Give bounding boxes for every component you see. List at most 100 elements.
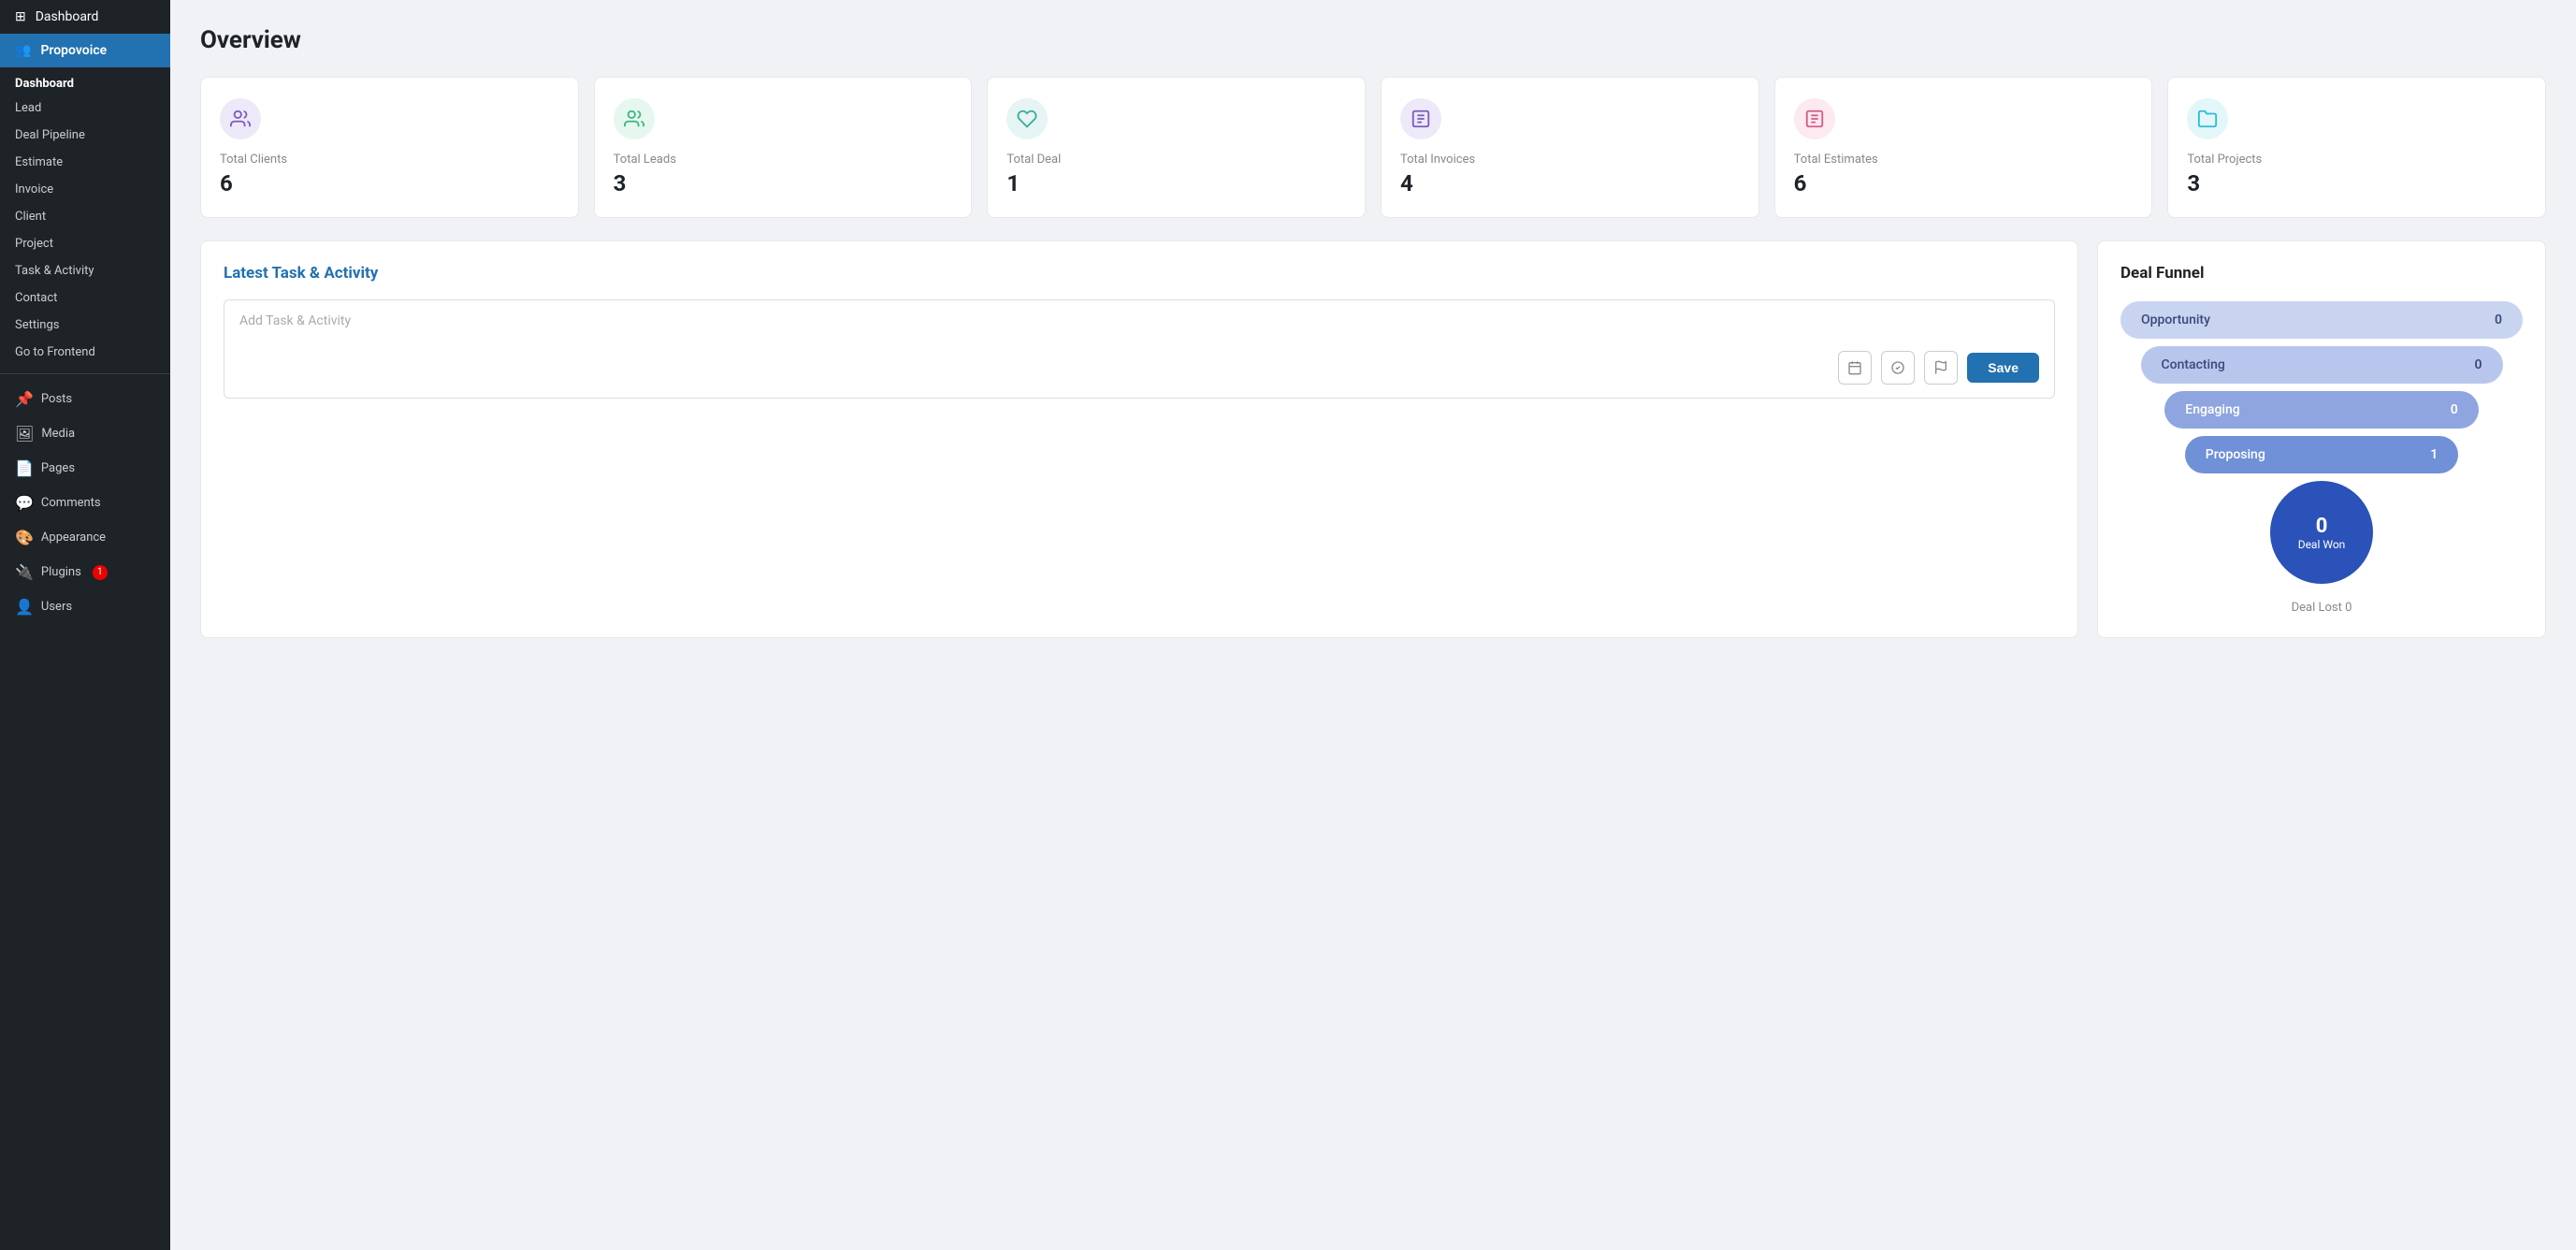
deal-funnel-card: Deal Funnel Opportunity 0 Contacting 0 E… bbox=[2097, 240, 2546, 638]
main-content: Overview Total Clients 6 Total Leads 3 T… bbox=[170, 0, 2576, 1250]
sidebar-item-contact[interactable]: Contact bbox=[0, 284, 170, 312]
total-deal-icon bbox=[1006, 98, 1048, 139]
media-label: Media bbox=[41, 427, 75, 441]
media-icon: 🖼 bbox=[15, 425, 34, 443]
deal-won-count: 0 bbox=[2316, 515, 2328, 538]
engaging-label: Engaging bbox=[2185, 402, 2450, 417]
total-leads-label: Total Leads bbox=[614, 153, 953, 167]
plugins-label: Plugins bbox=[41, 565, 81, 579]
sidebar-item-comments[interactable]: 💬 Comments bbox=[0, 486, 170, 520]
posts-icon: 📌 bbox=[15, 390, 34, 408]
users-label: Users bbox=[41, 600, 72, 614]
funnel-title: Deal Funnel bbox=[2120, 264, 2523, 283]
comments-label: Comments bbox=[41, 496, 101, 510]
sidebar-item-task-activity[interactable]: Task & Activity bbox=[0, 257, 170, 284]
sidebar: ⊞ Dashboard 👥 Propovoice Dashboard Lead … bbox=[0, 0, 170, 1250]
stat-card-total-leads: Total Leads 3 bbox=[594, 77, 973, 218]
propovoice-label: Propovoice bbox=[40, 43, 107, 58]
goto-frontend-label: Go to Frontend bbox=[15, 345, 95, 359]
funnel-stage-opportunity: Opportunity 0 bbox=[2120, 301, 2523, 339]
sidebar-item-media[interactable]: 🖼 Media bbox=[0, 416, 170, 451]
comments-icon: 💬 bbox=[15, 494, 34, 512]
total-deal-value: 1 bbox=[1006, 170, 1346, 196]
contacting-label: Contacting bbox=[2162, 357, 2475, 372]
total-clients-label: Total Clients bbox=[220, 153, 559, 167]
total-estimates-label: Total Estimates bbox=[1794, 153, 2134, 167]
grid-icon: ⊞ bbox=[15, 9, 26, 24]
deal-lost-value: 0 bbox=[2345, 601, 2352, 615]
total-leads-icon bbox=[614, 98, 655, 139]
task-activity-title: Latest Task & Activity bbox=[224, 264, 2055, 283]
sidebar-divider bbox=[0, 373, 170, 374]
total-estimates-icon bbox=[1794, 98, 1835, 139]
stat-card-total-clients: Total Clients 6 bbox=[200, 77, 579, 218]
pages-icon: 📄 bbox=[15, 459, 34, 477]
propovoice-icon: 👥 bbox=[15, 43, 31, 58]
opportunity-count: 0 bbox=[2495, 312, 2502, 327]
total-clients-icon bbox=[220, 98, 261, 139]
funnel-stage-contacting: Contacting 0 bbox=[2141, 346, 2503, 384]
total-projects-icon bbox=[2187, 98, 2228, 139]
stat-card-total-projects: Total Projects 3 bbox=[2167, 77, 2546, 218]
flag-icon-button[interactable] bbox=[1924, 351, 1958, 385]
sidebar-item-estimate[interactable]: Estimate bbox=[0, 149, 170, 176]
total-projects-value: 3 bbox=[2187, 170, 2526, 196]
deal-won-label: Deal Won bbox=[2298, 538, 2346, 551]
sidebar-dashboard-heading: Dashboard bbox=[0, 67, 170, 94]
stat-card-total-estimates: Total Estimates 6 bbox=[1774, 77, 2153, 218]
sidebar-item-users[interactable]: 👤 Users bbox=[0, 589, 170, 624]
sidebar-item-appearance[interactable]: 🎨 Appearance bbox=[0, 520, 170, 555]
total-invoices-label: Total Invoices bbox=[1400, 153, 1740, 167]
deal-lost-label: Deal Lost bbox=[2292, 601, 2342, 615]
sidebar-item-project[interactable]: Project bbox=[0, 230, 170, 257]
opportunity-label: Opportunity bbox=[2141, 312, 2495, 327]
stat-cards-grid: Total Clients 6 Total Leads 3 Total Deal… bbox=[200, 77, 2546, 218]
stat-card-total-invoices: Total Invoices 4 bbox=[1381, 77, 1759, 218]
proposing-count: 1 bbox=[2430, 447, 2438, 462]
sidebar-item-goto-frontend[interactable]: Go to Frontend bbox=[0, 339, 170, 366]
total-leads-value: 3 bbox=[614, 170, 953, 196]
sidebar-item-pages[interactable]: 📄 Pages bbox=[0, 451, 170, 486]
sidebar-item-deal-pipeline[interactable]: Deal Pipeline bbox=[0, 122, 170, 149]
users-icon: 👤 bbox=[15, 598, 34, 616]
funnel-stage-deal-won: 0 Deal Won bbox=[2270, 481, 2373, 584]
funnel-stage-proposing: Proposing 1 bbox=[2185, 436, 2458, 473]
checkmark-icon-button[interactable] bbox=[1881, 351, 1915, 385]
total-clients-value: 6 bbox=[220, 170, 559, 196]
plugins-icon: 🔌 bbox=[15, 563, 34, 581]
sidebar-item-client[interactable]: Client bbox=[0, 203, 170, 230]
engaging-count: 0 bbox=[2451, 402, 2458, 417]
sidebar-item-plugins[interactable]: 🔌 Plugins 1 bbox=[0, 555, 170, 589]
total-invoices-icon bbox=[1400, 98, 1441, 139]
deal-lost-row: Deal Lost 0 bbox=[2292, 601, 2352, 615]
appearance-icon: 🎨 bbox=[15, 529, 34, 546]
total-projects-label: Total Projects bbox=[2187, 153, 2526, 167]
calendar-icon-button[interactable] bbox=[1838, 351, 1872, 385]
task-input-area: Add Task & Activity Save bbox=[224, 299, 2055, 399]
total-invoices-value: 4 bbox=[1400, 170, 1740, 196]
funnel-stage-engaging: Engaging 0 bbox=[2164, 391, 2478, 429]
sidebar-item-posts[interactable]: 📌 Posts bbox=[0, 382, 170, 416]
task-activity-card: Latest Task & Activity Add Task & Activi… bbox=[200, 240, 2078, 638]
plugins-badge: 1 bbox=[93, 565, 108, 580]
appearance-label: Appearance bbox=[41, 531, 106, 545]
stat-card-total-deal: Total Deal 1 bbox=[987, 77, 1366, 218]
funnel-container: Opportunity 0 Contacting 0 Engaging 0 Pr… bbox=[2120, 301, 2523, 615]
sidebar-item-invoice[interactable]: Invoice bbox=[0, 176, 170, 203]
posts-label: Posts bbox=[41, 392, 72, 406]
proposing-label: Proposing bbox=[2206, 447, 2430, 462]
sidebar-item-wp-dashboard[interactable]: ⊞ Dashboard bbox=[0, 0, 170, 34]
sidebar-item-settings[interactable]: Settings bbox=[0, 312, 170, 339]
sidebar-item-propovoice[interactable]: 👥 Propovoice bbox=[0, 34, 170, 67]
save-task-button[interactable]: Save bbox=[1967, 353, 2039, 383]
page-title: Overview bbox=[200, 26, 2546, 54]
contacting-count: 0 bbox=[2475, 357, 2482, 372]
total-estimates-value: 6 bbox=[1794, 170, 2134, 196]
wp-dashboard-label: Dashboard bbox=[36, 9, 99, 24]
task-input-actions: Save bbox=[239, 351, 2039, 385]
bottom-section: Latest Task & Activity Add Task & Activi… bbox=[200, 240, 2546, 638]
sidebar-item-lead[interactable]: Lead bbox=[0, 94, 170, 122]
pages-label: Pages bbox=[41, 461, 75, 475]
total-deal-label: Total Deal bbox=[1006, 153, 1346, 167]
task-input-placeholder[interactable]: Add Task & Activity bbox=[239, 313, 2039, 328]
